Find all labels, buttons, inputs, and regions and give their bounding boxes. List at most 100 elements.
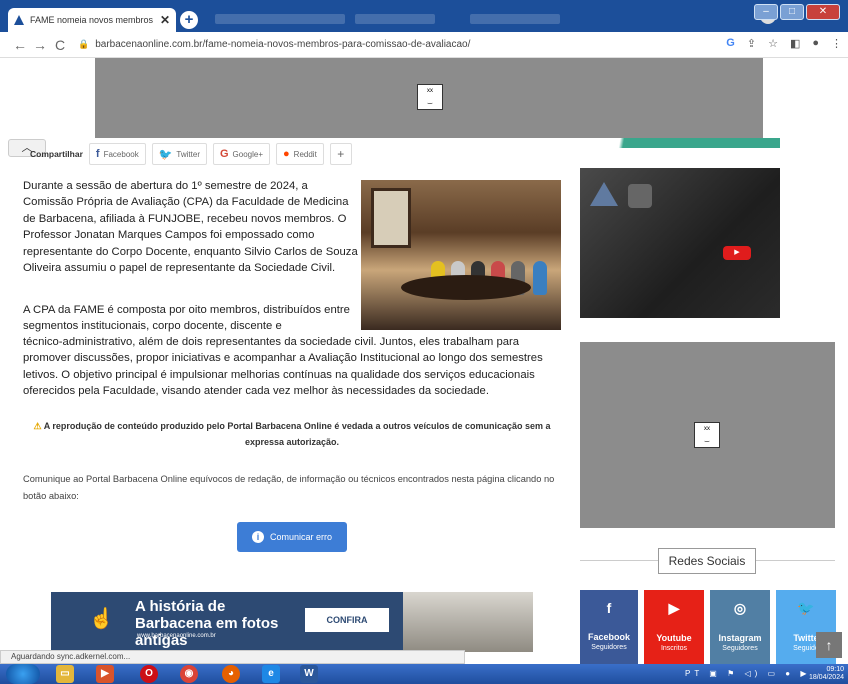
video-logo-icon bbox=[590, 182, 618, 206]
banner-site: www.barbacenaonline.com.br bbox=[137, 633, 216, 639]
browser-status-bar: Aguardando sync.adkernel.com... bbox=[0, 650, 465, 664]
share-more-button[interactable]: + bbox=[329, 143, 352, 165]
system-tray[interactable]: PT ▣ ⚑ ◁) ▭ ● ▶ bbox=[685, 669, 811, 678]
internet-explorer-icon[interactable]: e bbox=[262, 665, 280, 683]
tab-active[interactable]: FAME nomeia novos membros p ✕ bbox=[8, 8, 176, 32]
warning-text: A reprodução de conteúdo produzido pelo … bbox=[43, 421, 551, 447]
share-icon[interactable]: ⇪ bbox=[747, 37, 756, 50]
social-name: Youtube bbox=[656, 633, 692, 643]
language-indicator[interactable]: PT bbox=[685, 669, 703, 678]
share-twitter-button[interactable]: 🐦 Twitter bbox=[151, 143, 207, 165]
youtube-icon: ▶ bbox=[668, 600, 680, 616]
share-reddit-button[interactable]: ● Reddit bbox=[276, 143, 324, 165]
twitter-icon: 🐦 bbox=[158, 148, 173, 161]
video-pin-icon bbox=[628, 184, 652, 208]
banner-cta-button[interactable]: CONFIRA bbox=[305, 608, 389, 632]
broken-image-icon: ˣˣ ⌣ bbox=[694, 422, 720, 448]
maximize-icon[interactable]: □ bbox=[780, 4, 804, 20]
sidepanel-icon[interactable]: ◧ bbox=[790, 37, 800, 50]
info-icon: i bbox=[251, 531, 264, 543]
social-youtube[interactable]: ▶ Youtube Inscritos bbox=[644, 590, 704, 664]
share-google-button[interactable]: G Google+ bbox=[212, 143, 271, 165]
windows-taskbar: ▭ ▶ O ◉ ◕ e W PT ▣ ⚑ ◁) ▭ ● ▶ 09:10 18/0… bbox=[0, 664, 848, 684]
ad-sidebar-placeholder[interactable]: ˣˣ ⌣ bbox=[580, 342, 835, 528]
google-plus-icon: G bbox=[219, 148, 229, 160]
start-button[interactable] bbox=[6, 664, 40, 684]
facebook-icon: f bbox=[95, 148, 100, 160]
share-bar: Compartilhar f Facebook 🐦 Twitter G Google+… bbox=[18, 143, 352, 165]
browser-toolbar: ← → C 🔒 barbacenaonline.com.br/fame-nome… bbox=[0, 32, 848, 58]
lock-icon[interactable]: 🔒 bbox=[78, 39, 89, 50]
banner-photo bbox=[403, 592, 533, 652]
tab-close-icon[interactable]: ✕ bbox=[160, 13, 170, 27]
bookmark-star-icon[interactable]: ☆ bbox=[768, 37, 778, 50]
social-instagram[interactable]: ◎ Instagram Seguidores bbox=[710, 590, 770, 664]
social-sub: Seguidores bbox=[722, 645, 758, 652]
youtube-play-icon[interactable]: ▶ bbox=[723, 246, 751, 260]
twitter-icon: 🐦 bbox=[797, 600, 815, 616]
social-facebook[interactable]: f Facebook Seguidores bbox=[580, 590, 638, 664]
tab-background-3[interactable] bbox=[470, 14, 560, 24]
menu-icon[interactable]: ⋮ bbox=[831, 37, 842, 50]
sidebar-video[interactable]: ▶ bbox=[580, 168, 780, 318]
google-translate-icon[interactable]: G bbox=[726, 37, 735, 50]
redes-sociais-title: Redes Sociais bbox=[658, 548, 756, 574]
share-facebook-button[interactable]: f Facebook bbox=[88, 143, 146, 165]
broken-image-icon: ˣˣ ⌣ bbox=[417, 84, 443, 110]
tab-title: FAME nomeia novos membros p bbox=[30, 15, 154, 25]
share-reddit-label: Reddit bbox=[293, 149, 317, 159]
photo-window bbox=[371, 188, 411, 248]
article-photo bbox=[361, 180, 561, 330]
share-label: Compartilhar bbox=[30, 149, 83, 159]
social-name: Facebook bbox=[587, 632, 630, 642]
report-error-button[interactable]: i Comunicar erro bbox=[237, 522, 347, 552]
word-icon[interactable]: W bbox=[300, 665, 318, 683]
report-error-text: Comunique ao Portal Barbacena Online equ… bbox=[23, 474, 555, 501]
clock[interactable]: 09:10 18/04/2024 bbox=[809, 666, 844, 682]
share-twitter-label: Twitter bbox=[176, 149, 200, 159]
browser-titlebar: FAME nomeia novos membros p ✕ + ⌄ – □ ✕ bbox=[0, 0, 848, 32]
new-tab-button[interactable]: + bbox=[180, 11, 198, 29]
banner-ad[interactable]: ☝ A história de Barbacena em fotos antig… bbox=[51, 592, 533, 652]
firefox-icon[interactable]: ◕ bbox=[222, 665, 240, 683]
article-paragraph-2-start: A CPA da FAME é composta por oito membro… bbox=[23, 304, 350, 333]
opera-icon[interactable]: O bbox=[140, 665, 158, 683]
warning-icon: ⚠ bbox=[33, 421, 42, 431]
copyright-warning: ⚠ A reprodução de conteúdo produzido pel… bbox=[23, 418, 561, 450]
minimize-icon[interactable]: – bbox=[754, 4, 778, 20]
window-controls: – □ ✕ bbox=[754, 4, 840, 20]
reddit-icon: ● bbox=[283, 148, 290, 160]
tab-background-1[interactable] bbox=[215, 14, 345, 24]
profile-avatar-icon[interactable]: ● bbox=[812, 37, 819, 50]
toolbar-actions: G ⇪ ☆ ◧ ● ⋮ bbox=[726, 37, 842, 50]
photo-person bbox=[533, 261, 547, 295]
report-error-label: Comunicar erro bbox=[269, 532, 333, 542]
clock-time: 09:10 bbox=[826, 666, 844, 673]
clock-date: 18/04/2024 bbox=[808, 674, 844, 681]
tab-background-2[interactable] bbox=[355, 14, 435, 24]
share-facebook-label: Facebook bbox=[103, 149, 139, 159]
social-sub: Inscritos bbox=[660, 645, 688, 652]
banner-title: A história de Barbacena em fotos antigas bbox=[135, 598, 279, 649]
share-google-label: Google+ bbox=[232, 149, 264, 159]
file-explorer-icon[interactable]: ▭ bbox=[56, 665, 74, 683]
facebook-icon: f bbox=[606, 600, 612, 616]
article-paragraph-1: Durante a sessão de abertura do 1º semes… bbox=[23, 180, 358, 275]
back-to-top-button[interactable]: ↑ bbox=[816, 632, 842, 658]
reload-icon[interactable]: C bbox=[50, 37, 70, 53]
social-name: Instagram bbox=[718, 633, 762, 643]
article-paragraph-2-end: técnico-administrativo, além de dois rep… bbox=[23, 336, 543, 398]
social-sub: Seguidores bbox=[591, 644, 627, 651]
instagram-icon: ◎ bbox=[733, 600, 747, 616]
sidebar-strip bbox=[580, 138, 780, 148]
site-favicon-icon bbox=[14, 15, 24, 25]
ad-top-placeholder[interactable]: ˣˣ ⌣ bbox=[95, 58, 763, 138]
photo-table bbox=[401, 275, 531, 300]
hand-pointer-icon: ☝ bbox=[89, 608, 114, 630]
close-window-icon[interactable]: ✕ bbox=[806, 4, 840, 20]
media-player-icon[interactable]: ▶ bbox=[96, 665, 114, 683]
chrome-icon[interactable]: ◉ bbox=[180, 665, 198, 683]
back-icon[interactable]: ← bbox=[10, 37, 30, 53]
address-bar[interactable]: barbacenaonline.com.br/fame-nomeia-novos… bbox=[95, 39, 470, 50]
forward-icon[interactable]: → bbox=[30, 37, 50, 53]
